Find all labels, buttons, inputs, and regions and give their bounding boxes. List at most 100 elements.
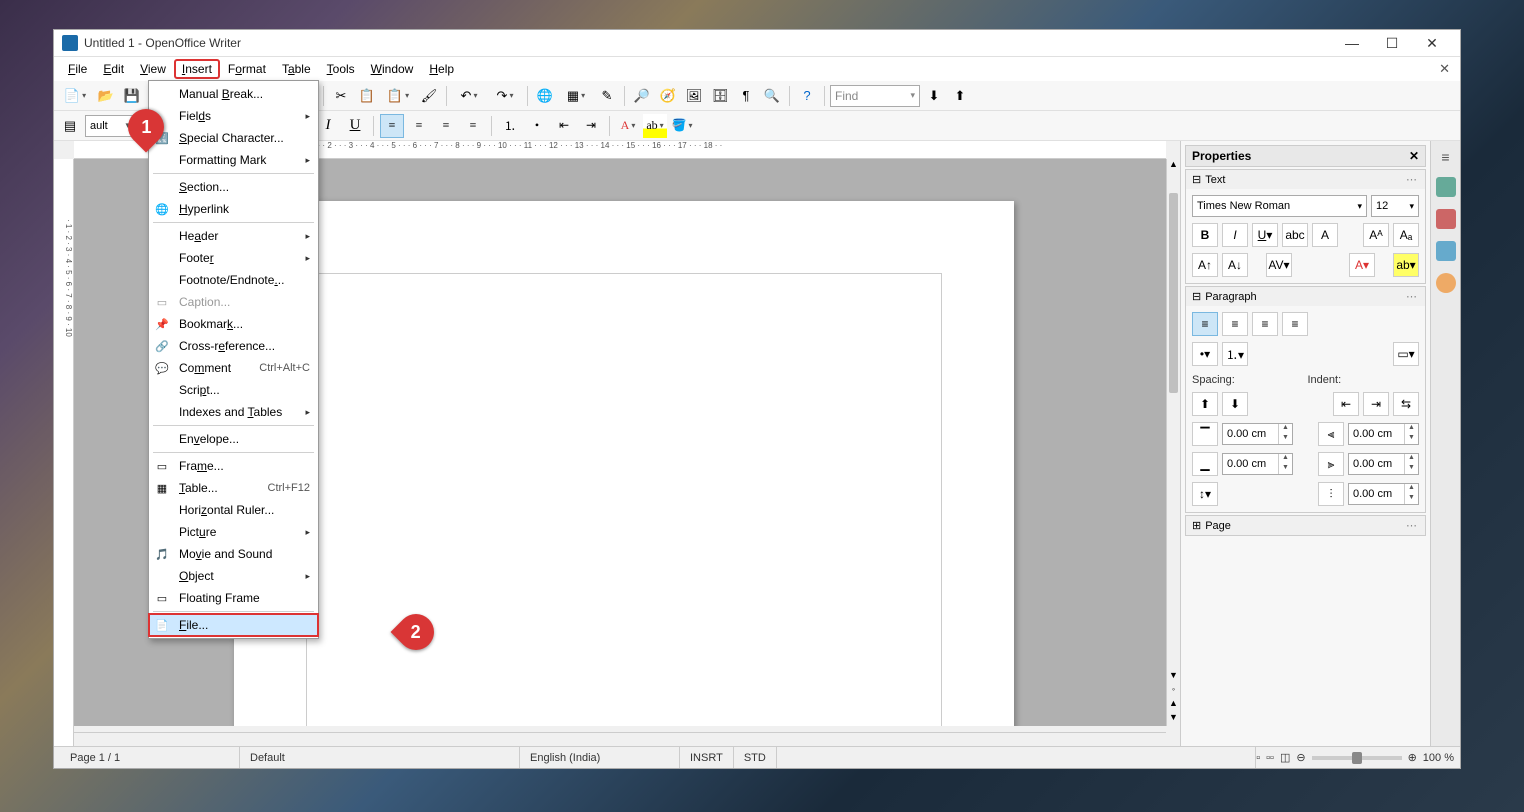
vertical-ruler[interactable]: · 1 · 2 · 3 · 4 · 5 · 6 · 7 · 8 · 9 · 10: [54, 159, 74, 746]
spacing-dec-icon[interactable]: ⬇: [1222, 392, 1248, 416]
menu-insert-file[interactable]: 📄File...: [149, 614, 318, 636]
gallery-button[interactable]: 🖼: [682, 84, 706, 108]
sidebar-bgcolor[interactable]: ▭▾: [1393, 342, 1419, 366]
sidebar-grow-button[interactable]: A↑: [1192, 253, 1218, 277]
properties-tab-icon[interactable]: [1436, 177, 1456, 197]
sidebar-align-right[interactable]: ≡: [1252, 312, 1278, 336]
indent-inc-icon[interactable]: ⇥: [1363, 392, 1389, 416]
table-button[interactable]: ▦: [559, 84, 593, 108]
document-close-icon[interactable]: ✕: [1439, 61, 1454, 77]
help-button[interactable]: ?: [795, 84, 819, 108]
indent-first-input[interactable]: ▲▼: [1348, 483, 1419, 505]
sidebar-spacing-button[interactable]: AV▾: [1266, 253, 1292, 277]
sidebar-underline-button[interactable]: U▾: [1252, 223, 1278, 247]
text-more-icon[interactable]: ⋯: [1406, 173, 1419, 186]
menu-object[interactable]: Object▸: [149, 565, 318, 587]
sidebar-close-icon[interactable]: ✕: [1409, 149, 1419, 163]
sidebar-align-left[interactable]: ≡: [1192, 312, 1218, 336]
menu-footnote[interactable]: Footnote/Endnote...: [149, 269, 318, 291]
menu-floating-frame[interactable]: ▭Floating Frame: [149, 587, 318, 609]
menu-format[interactable]: Format: [220, 59, 274, 79]
new-doc-button[interactable]: 📄: [58, 84, 92, 108]
sidebar-italic-button[interactable]: I: [1222, 223, 1248, 247]
status-style[interactable]: Default: [240, 747, 520, 768]
menu-script[interactable]: Script...: [149, 379, 318, 401]
navigator-button[interactable]: 🧭: [656, 84, 680, 108]
horizontal-scrollbar[interactable]: [74, 732, 1166, 746]
sidebar-sub-button[interactable]: Aₐ: [1393, 223, 1419, 247]
menu-hrule[interactable]: Horizontal Ruler...: [149, 499, 318, 521]
menu-special-char[interactable]: 🔣Special Character...: [149, 127, 318, 149]
sidebar-super-button[interactable]: Aᴬ: [1363, 223, 1389, 247]
menu-table[interactable]: ▦Table...Ctrl+F12: [149, 477, 318, 499]
menu-header[interactable]: Header▸: [149, 225, 318, 247]
undo-button[interactable]: ↶: [452, 84, 486, 108]
spacing-below-input[interactable]: ▲▼: [1222, 453, 1293, 475]
menu-section[interactable]: Section...: [149, 176, 318, 198]
view-multi-icon[interactable]: ▫▫: [1266, 752, 1274, 764]
view-book-icon[interactable]: ◫: [1280, 751, 1290, 764]
decrease-indent-button[interactable]: ⇤: [552, 114, 576, 138]
para-more-icon[interactable]: ⋯: [1406, 290, 1419, 303]
find-prev-button[interactable]: ⬆: [948, 84, 972, 108]
menu-fields[interactable]: Fields▸: [149, 105, 318, 127]
redo-button[interactable]: ↷: [488, 84, 522, 108]
styles-button[interactable]: ▤: [58, 114, 82, 138]
sidebar-bold-button[interactable]: B: [1192, 223, 1218, 247]
sidebar-size-combo[interactable]: 12: [1371, 195, 1419, 217]
sidebar-shadow-button[interactable]: A: [1312, 223, 1338, 247]
sidebar-align-justify[interactable]: ≡: [1282, 312, 1308, 336]
find-input[interactable]: Find▾: [830, 85, 920, 107]
menu-comment[interactable]: 💬CommentCtrl+Alt+C: [149, 357, 318, 379]
menu-bookmark[interactable]: 📌Bookmark...: [149, 313, 318, 335]
menu-edit[interactable]: Edit: [95, 59, 132, 79]
align-center-button[interactable]: ≡: [407, 114, 431, 138]
align-justify-button[interactable]: ≡: [461, 114, 485, 138]
bullet-list-button[interactable]: •: [525, 114, 549, 138]
vertical-scrollbar[interactable]: ▲ ▼ ◦ ▲ ▼: [1166, 159, 1180, 726]
save-button[interactable]: 💾: [120, 84, 144, 108]
zoom-value[interactable]: 100 %: [1423, 752, 1454, 764]
sidebar-strike-button[interactable]: abc: [1282, 223, 1308, 247]
sidebar-font-combo[interactable]: Times New Roman: [1192, 195, 1367, 217]
spacing-inc-icon[interactable]: ⬆: [1192, 392, 1218, 416]
sidebar-menu-icon[interactable]: ≡: [1441, 149, 1449, 165]
view-single-icon[interactable]: ▫: [1256, 752, 1260, 764]
status-lang[interactable]: English (India): [520, 747, 680, 768]
navigator-tab-icon[interactable]: [1436, 273, 1456, 293]
menu-tools[interactable]: Tools: [319, 59, 363, 79]
sidebar-numbers[interactable]: ⒈▾: [1222, 342, 1248, 366]
sidebar-highlight-button[interactable]: ab▾: [1393, 253, 1419, 277]
spacing-above-input[interactable]: ▲▼: [1222, 423, 1293, 445]
underline-button[interactable]: U: [343, 114, 367, 138]
find-button[interactable]: 🔎: [630, 84, 654, 108]
minimize-button[interactable]: —: [1340, 35, 1364, 52]
indent-right-input[interactable]: ▲▼: [1348, 453, 1419, 475]
open-button[interactable]: 📂: [94, 84, 118, 108]
numbered-list-button[interactable]: ⒈: [498, 114, 522, 138]
menu-table[interactable]: Table: [274, 59, 319, 79]
datasource-button[interactable]: 🗄: [708, 84, 732, 108]
menu-view[interactable]: View: [132, 59, 174, 79]
indent-hanging-icon[interactable]: ⇆: [1393, 392, 1419, 416]
highlight-button[interactable]: ab: [643, 114, 667, 138]
sidebar-bullets[interactable]: •▾: [1192, 342, 1218, 366]
linespacing-button[interactable]: ↕▾: [1192, 482, 1218, 506]
italic-button[interactable]: I: [316, 114, 340, 138]
menu-indexes[interactable]: Indexes and Tables▸: [149, 401, 318, 423]
menu-insert[interactable]: Insert: [174, 59, 220, 79]
gallery-tab-icon[interactable]: [1436, 241, 1456, 261]
status-page[interactable]: Page 1 / 1: [60, 747, 240, 768]
menu-help[interactable]: Help: [421, 59, 462, 79]
menu-hyperlink[interactable]: 🌐Hyperlink: [149, 198, 318, 220]
format-paint-button[interactable]: 🖌: [417, 84, 441, 108]
menu-picture[interactable]: Picture▸: [149, 521, 318, 543]
paste-button[interactable]: 📋: [381, 84, 415, 108]
hyperlink-button[interactable]: 🌐: [533, 84, 557, 108]
menu-footer[interactable]: Footer▸: [149, 247, 318, 269]
status-std[interactable]: STD: [734, 747, 777, 768]
indent-dec-icon[interactable]: ⇤: [1333, 392, 1359, 416]
status-insert[interactable]: INSRT: [680, 747, 734, 768]
page-more-icon[interactable]: ⋯: [1406, 519, 1419, 532]
menu-file[interactable]: File: [60, 59, 95, 79]
